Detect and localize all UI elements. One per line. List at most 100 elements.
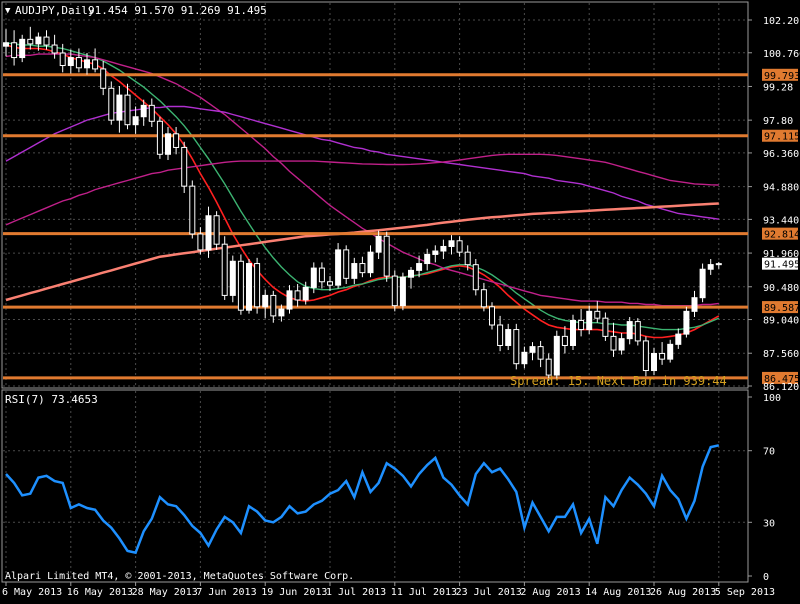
chart-window[interactable]: 99.793 97.115 92.814 89.587 86.475 91.495 6 M… xyxy=(0,0,800,600)
candle-body xyxy=(659,352,666,360)
candle-body xyxy=(683,310,690,335)
price-tick-label: 100.760 xyxy=(763,49,800,60)
last-price-label: 91.495 xyxy=(764,260,800,271)
level-label: 97.115 xyxy=(764,132,800,143)
level-label: 89.587 xyxy=(764,303,800,314)
candle-body xyxy=(84,59,90,69)
candle-body xyxy=(229,260,236,296)
x-tick-label: 11 Jul 2013 xyxy=(391,587,457,598)
candle-body xyxy=(262,294,269,308)
spread-label: Spread: 15. Next Bar in 939:44 xyxy=(510,374,727,388)
candle-body xyxy=(278,308,285,317)
price-tick-label: 90.480 xyxy=(763,283,799,294)
price-tick-label: 102.20 xyxy=(763,16,799,27)
candle-body xyxy=(51,44,58,54)
candle-body xyxy=(691,297,698,312)
candle-body xyxy=(383,235,390,277)
candle-body xyxy=(513,329,520,365)
rsi-tick-label: 0 xyxy=(763,572,769,583)
candle-body xyxy=(561,335,568,346)
x-tick-label: 16 May 2013 xyxy=(67,587,133,598)
x-tick-label: 14 Aug 2013 xyxy=(585,587,651,598)
candle-body xyxy=(391,275,398,307)
broker-label: Alpari Limited MT4, © 2001-2013, MetaQuo… xyxy=(5,571,354,582)
level-label: 92.814 xyxy=(764,230,800,241)
x-tick-label: 6 May 2013 xyxy=(2,587,62,598)
price-tick-label: 93.440 xyxy=(763,215,799,226)
x-tick-label: 28 May 2013 xyxy=(132,587,198,598)
candle-body xyxy=(43,36,50,46)
candle-body xyxy=(480,289,487,308)
candle-body xyxy=(67,57,74,67)
rsi-tick-label: 30 xyxy=(763,518,775,529)
rsi-tick-label: 100 xyxy=(763,393,781,404)
candle-body xyxy=(602,317,609,337)
price-tick-label: 99.28 xyxy=(763,82,793,93)
candle-body xyxy=(302,286,309,301)
candle-body xyxy=(197,233,204,251)
candle-body xyxy=(148,104,155,122)
candle-body xyxy=(310,267,317,288)
candle-body xyxy=(254,263,261,308)
candle-body xyxy=(715,263,722,266)
candle-body xyxy=(173,133,180,148)
price-tick-label: 87.560 xyxy=(763,349,799,360)
candle-body xyxy=(424,253,431,265)
candle-body xyxy=(359,263,366,274)
candle-body xyxy=(124,94,131,126)
ohlc-label: 91.454 91.570 91.269 91.495 xyxy=(88,4,267,17)
candle-body xyxy=(205,215,212,251)
candle-body xyxy=(707,264,714,270)
candle-body xyxy=(132,116,139,126)
x-tick-label: 7 Jun 2013 xyxy=(196,587,256,598)
candle-body xyxy=(456,240,463,253)
candle-body xyxy=(610,335,617,351)
candle-body xyxy=(521,351,528,365)
x-tick-label: 5 Sep 2013 xyxy=(715,587,775,598)
rsi-title: RSI(7) 73.4653 xyxy=(5,393,98,406)
candle-body xyxy=(675,333,682,345)
candle-body xyxy=(270,294,277,317)
candle-body xyxy=(408,269,414,278)
candle-body xyxy=(92,59,99,70)
dropdown-arrow-icon[interactable]: ▼ xyxy=(5,6,11,16)
candle-body xyxy=(399,276,406,307)
candle-body xyxy=(626,321,633,340)
candle-body xyxy=(472,264,479,291)
candle-body xyxy=(140,104,147,118)
price-tick-label: 96.360 xyxy=(763,149,799,160)
candle-body xyxy=(618,338,625,351)
x-tick-label: 2 Aug 2013 xyxy=(520,587,580,598)
x-tick-label: 26 Aug 2013 xyxy=(650,587,716,598)
price-tick-label: 94.880 xyxy=(763,183,799,194)
candle-body xyxy=(553,335,560,376)
candle-body xyxy=(27,38,34,45)
candle-body xyxy=(286,290,293,310)
candle-body xyxy=(165,133,171,155)
candle-body xyxy=(294,290,301,301)
candle-body xyxy=(108,87,115,121)
candle-body xyxy=(448,240,455,247)
candle-body xyxy=(351,263,358,279)
price-tick-label: 97.80 xyxy=(763,116,793,127)
candle-body xyxy=(327,281,333,286)
candle-body xyxy=(221,243,228,296)
level-label: 99.793 xyxy=(764,71,800,82)
candle-body xyxy=(75,57,82,69)
candle-body xyxy=(699,268,706,299)
candle-body xyxy=(367,251,374,274)
candle-body xyxy=(440,245,447,252)
candle-body xyxy=(505,329,512,346)
candle-body xyxy=(335,249,342,286)
rsi-tick-label: 70 xyxy=(763,447,775,458)
candle-body xyxy=(100,68,107,89)
candle-body xyxy=(432,250,439,255)
candle-body xyxy=(156,120,163,155)
x-tick-label: 19 Jun 2013 xyxy=(261,587,327,598)
candle-body xyxy=(416,263,423,271)
candle-body xyxy=(375,235,382,253)
candle-body xyxy=(489,306,495,326)
candle-body xyxy=(529,346,536,353)
chart-svg[interactable]: 99.79397.11592.81489.58786.47591.495 6 M… xyxy=(0,0,800,600)
candle-body xyxy=(545,358,552,376)
